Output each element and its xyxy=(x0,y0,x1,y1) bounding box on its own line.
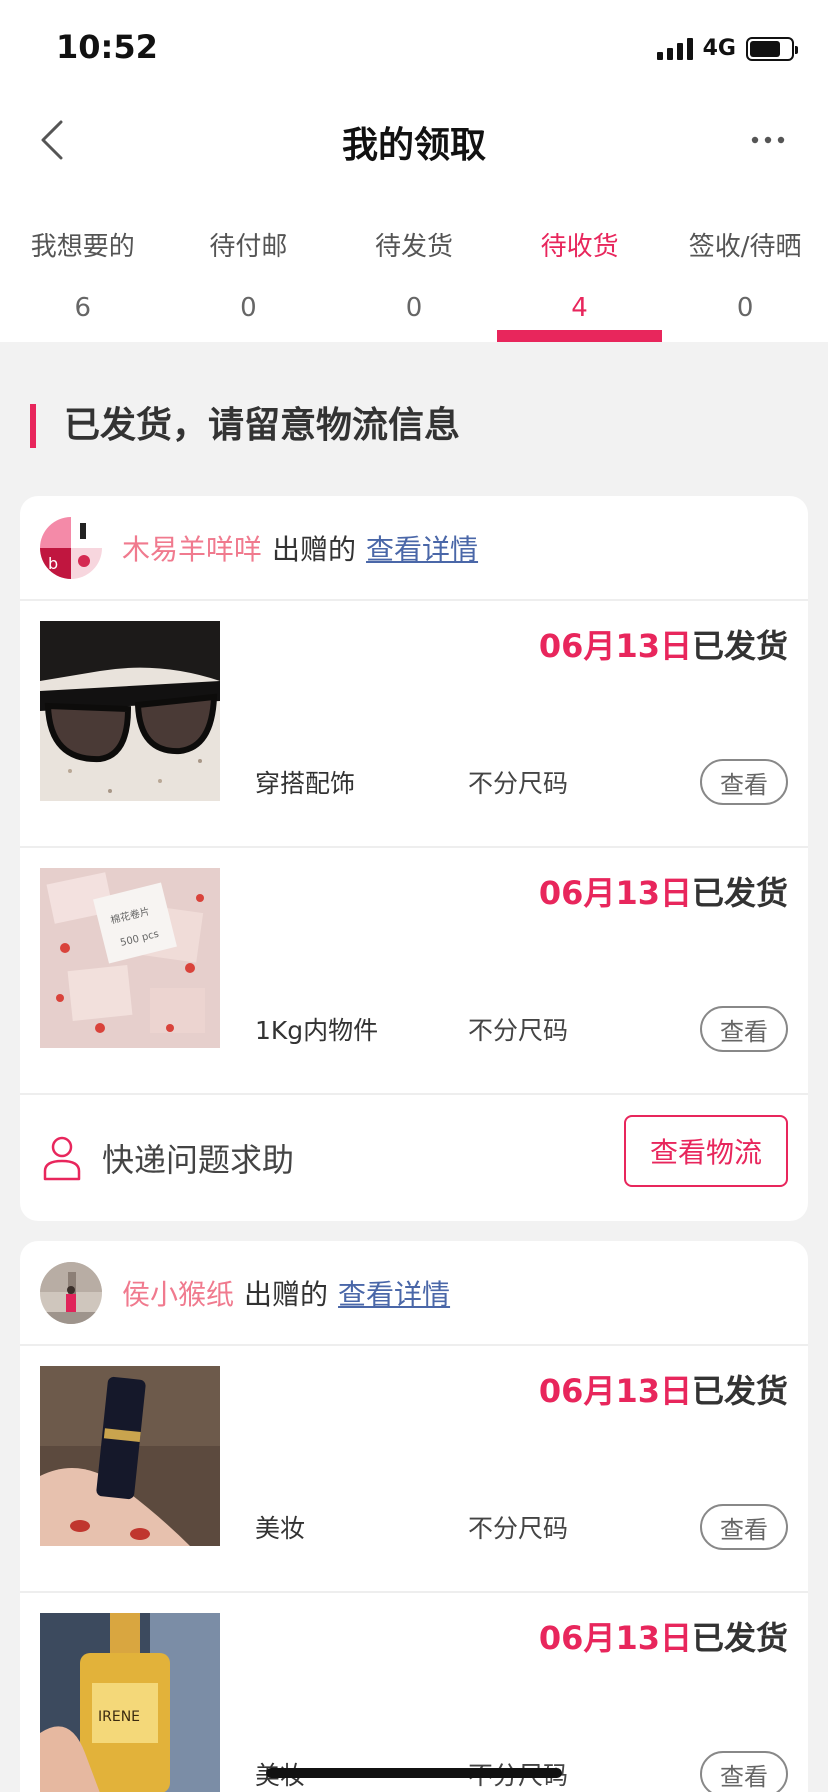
status-tabs: 我想要的 6 待付邮 0 待发货 0 待收货 4 签收/待晒 0 xyxy=(0,180,828,342)
view-logistics-button[interactable]: 查看物流 xyxy=(624,1115,788,1187)
date-text: 06月13日 xyxy=(538,874,692,912)
shipped-date: 06月13日已发货 xyxy=(539,868,788,914)
shipped-date: 06月13日已发货 xyxy=(539,1366,788,1412)
tab-count: 4 xyxy=(571,293,588,323)
view-button[interactable]: 查看 xyxy=(700,1751,788,1792)
tab-label: 待发货 xyxy=(374,232,453,262)
item-size: 不分尺码 xyxy=(468,1016,569,1045)
tab-count: 0 xyxy=(736,293,754,323)
card-header: b 木易羊咩咩 出赠的 查看详情 xyxy=(20,496,808,601)
person-outline-icon xyxy=(43,1136,81,1181)
view-button[interactable]: 查看 xyxy=(700,759,788,805)
top-area: 10:52 4G 我的领取 我想要的 6 待付邮 0 待发货 0 待收货 4 签… xyxy=(0,0,828,342)
item-category: 1Kg内物件 xyxy=(255,1016,379,1045)
status-indicators: 4G xyxy=(656,36,798,61)
gift-card: 侯小猴纸 出赠的 查看详情 06月13日已发货 美妆 不分尺码 查看 IRENE… xyxy=(20,1241,808,1792)
tab-label: 待付邮 xyxy=(209,232,288,262)
item-thumbnail[interactable]: 棉花卷片 500 pcs xyxy=(40,868,220,1048)
view-details-link[interactable]: 查看详情 xyxy=(338,1273,450,1313)
tab-label: 签收/待晒 xyxy=(688,232,802,262)
list-item: 棉花卷片 500 pcs 06月13日已发货 1Kg内物件 不分尺码 查看 xyxy=(20,848,808,1095)
tab-count: 0 xyxy=(240,293,257,323)
item-thumbnail[interactable] xyxy=(40,1366,220,1546)
list-item: IRENE 06月13日已发货 美妆 不分尺码 查看 xyxy=(20,1593,808,1792)
item-thumbnail[interactable]: IRENE xyxy=(40,1613,220,1792)
status-text: 已发货 xyxy=(691,1372,788,1410)
page-title: 我的领取 xyxy=(341,125,486,166)
tab-wanted[interactable]: 我想要的 6 xyxy=(0,180,166,342)
nav-bar: 我的领取 xyxy=(0,100,828,180)
shipped-date: 06月13日已发货 xyxy=(539,1613,788,1659)
tab-signed-review[interactable]: 签收/待晒 0 xyxy=(662,180,828,342)
tab-pending-postage[interactable]: 待付邮 0 xyxy=(166,180,332,342)
avatar[interactable]: b xyxy=(40,516,102,579)
item-size: 不分尺码 xyxy=(468,1514,569,1543)
giver-suffix: 出赠的 xyxy=(272,532,357,566)
home-indicator[interactable] xyxy=(266,1768,562,1778)
date-text: 06月13日 xyxy=(538,1619,692,1657)
status-text: 已发货 xyxy=(691,627,788,665)
status-text: 已发货 xyxy=(691,874,788,912)
giver-name[interactable]: 侯小猴纸 xyxy=(122,1273,234,1313)
card-header: 侯小猴纸 出赠的 查看详情 xyxy=(20,1241,808,1346)
svg-text:IRENE: IRENE xyxy=(98,1709,140,1725)
more-dots-icon xyxy=(751,136,785,144)
list-item: 06月13日已发货 穿搭配饰 不分尺码 查看 xyxy=(20,601,808,848)
tab-pending-shipment[interactable]: 待发货 0 xyxy=(331,180,497,342)
avatar[interactable] xyxy=(40,1261,102,1324)
date-text: 06月13日 xyxy=(538,1372,692,1410)
view-button[interactable]: 查看 xyxy=(700,1006,788,1052)
shipping-help-link[interactable]: 快递问题求助 xyxy=(102,1135,294,1181)
tab-label: 待收货 xyxy=(540,232,619,262)
giver-suffix: 出赠的 xyxy=(244,1277,329,1311)
network-type: 4G xyxy=(702,36,736,61)
tab-count: 6 xyxy=(74,293,92,323)
svg-text:b: b xyxy=(48,554,58,573)
tab-count: 0 xyxy=(405,293,423,323)
section-title: 已发货，请留意物流信息 xyxy=(30,404,828,448)
status-time: 10:52 xyxy=(56,28,158,66)
status-bar: 10:52 4G xyxy=(0,0,828,100)
item-size: 不分尺码 xyxy=(468,769,569,798)
gift-card: b 木易羊咩咩 出赠的 查看详情 06月13日已发货 穿搭配饰 不分尺码 查看 … xyxy=(20,496,808,1221)
item-category: 美妆 xyxy=(255,1514,306,1543)
signal-icon xyxy=(656,37,693,60)
item-category: 穿搭配饰 xyxy=(255,769,356,798)
view-button[interactable]: 查看 xyxy=(700,1504,788,1550)
list-item: 06月13日已发货 美妆 不分尺码 查看 xyxy=(20,1346,808,1593)
battery-icon xyxy=(746,36,798,61)
item-thumbnail[interactable] xyxy=(40,621,220,801)
tab-pending-receipt[interactable]: 待收货 4 xyxy=(496,180,663,342)
view-details-link[interactable]: 查看详情 xyxy=(366,528,478,568)
shipped-date: 06月13日已发货 xyxy=(539,621,788,667)
tab-label: 我想要的 xyxy=(30,232,135,262)
giver-name[interactable]: 木易羊咩咩 xyxy=(122,528,262,568)
date-text: 06月13日 xyxy=(538,627,692,665)
status-text: 已发货 xyxy=(691,1619,788,1657)
card-footer: 快递问题求助 查看物流 xyxy=(20,1095,808,1221)
more-button[interactable] xyxy=(744,120,792,160)
